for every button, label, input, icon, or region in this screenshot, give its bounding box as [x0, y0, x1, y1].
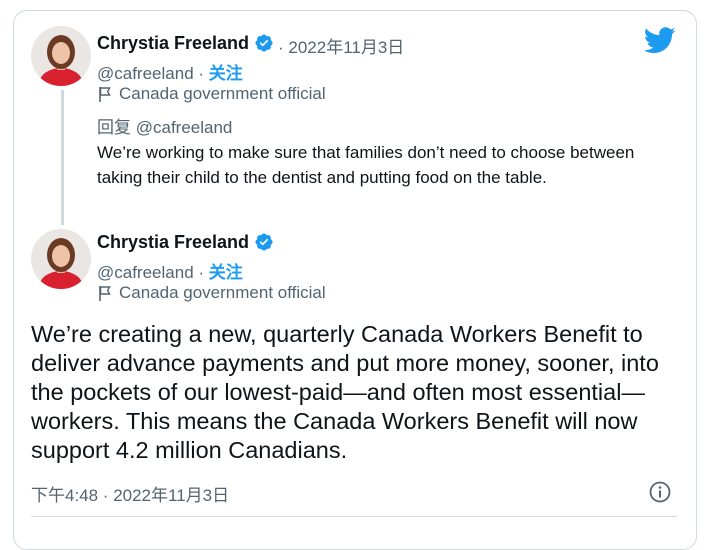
avatar[interactable] — [31, 229, 91, 289]
separator-dot: · — [193, 64, 209, 83]
follow-button[interactable]: 关注 — [209, 263, 243, 282]
main-tweet-text: We’re creating a new, quarterly Canada W… — [31, 321, 659, 463]
handle-row: @cafreeland · 关注 — [97, 59, 243, 84]
parent-tweet-text: We’re working to make sure that families… — [97, 143, 635, 187]
thread-connector-line — [61, 90, 64, 225]
handle-row: @cafreeland · 关注 — [97, 258, 243, 283]
follow-button[interactable]: 关注 — [209, 64, 243, 83]
author-handle[interactable]: @cafreeland — [97, 64, 194, 83]
separator-dot: · — [193, 263, 209, 282]
verified-badge-icon — [255, 34, 273, 52]
account-label-text: Canada government official — [119, 283, 326, 302]
tweet-date-link[interactable]: · 2022年11月3日 — [278, 33, 404, 58]
tweet-timestamp-link[interactable]: 下午4:48 · 2022年11月3日 — [31, 481, 229, 506]
avatar[interactable] — [31, 26, 91, 86]
info-icon[interactable] — [648, 480, 672, 504]
author-handle[interactable]: @cafreeland — [97, 263, 194, 282]
account-label[interactable]: Canada government official — [97, 84, 326, 104]
reply-handle-link[interactable]: @cafreeland — [136, 118, 233, 137]
author-name[interactable]: Chrystia Freeland — [97, 33, 249, 54]
government-flag-icon — [99, 285, 111, 301]
reply-context: 回复 @cafreeland — [97, 113, 232, 138]
account-label-text: Canada government official — [119, 84, 326, 103]
author-name[interactable]: Chrystia Freeland — [97, 232, 249, 253]
government-flag-icon — [99, 86, 111, 102]
twitter-bird-icon[interactable] — [644, 27, 676, 54]
divider — [31, 516, 677, 517]
verified-badge-icon — [255, 233, 273, 251]
account-label[interactable]: Canada government official — [97, 283, 326, 303]
reply-prefix: 回复 — [97, 118, 131, 137]
